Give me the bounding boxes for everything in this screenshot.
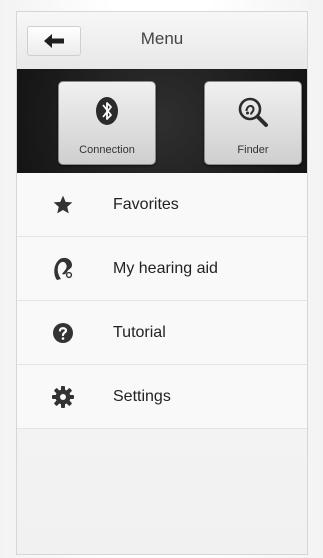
- menu-item-label: Favorites: [113, 195, 179, 213]
- finder-label: Finder: [237, 144, 269, 156]
- menu-item-label: Settings: [113, 387, 171, 405]
- menu-item-tutorial[interactable]: Tutorial: [17, 301, 307, 365]
- hearing-aid-icon: [51, 257, 75, 281]
- connection-button[interactable]: Connection: [58, 81, 156, 165]
- page-title: Menu: [140, 29, 184, 48]
- menu-panel: Menu Connection Finder Favorites My hear…: [16, 11, 308, 555]
- menu-item-label: Tutorial: [113, 323, 166, 341]
- connection-label: Connection: [79, 144, 135, 156]
- star-icon: [51, 193, 75, 217]
- gear-icon: [51, 385, 75, 409]
- quick-actions: Connection Finder: [17, 69, 307, 173]
- menu-item-favorites[interactable]: Favorites: [17, 173, 307, 237]
- finder-button[interactable]: Finder: [204, 81, 302, 165]
- bluetooth-icon: [94, 96, 120, 131]
- menu-item-settings[interactable]: Settings: [17, 365, 307, 429]
- menu-item-label: My hearing aid: [113, 259, 218, 277]
- top-bar: Menu: [17, 12, 307, 70]
- menu-item-my-hearing-aid[interactable]: My hearing aid: [17, 237, 307, 301]
- menu-list: Favorites My hearing aid Tutorial Settin…: [17, 173, 307, 429]
- finder-icon: [236, 96, 270, 133]
- help-icon: [51, 321, 75, 345]
